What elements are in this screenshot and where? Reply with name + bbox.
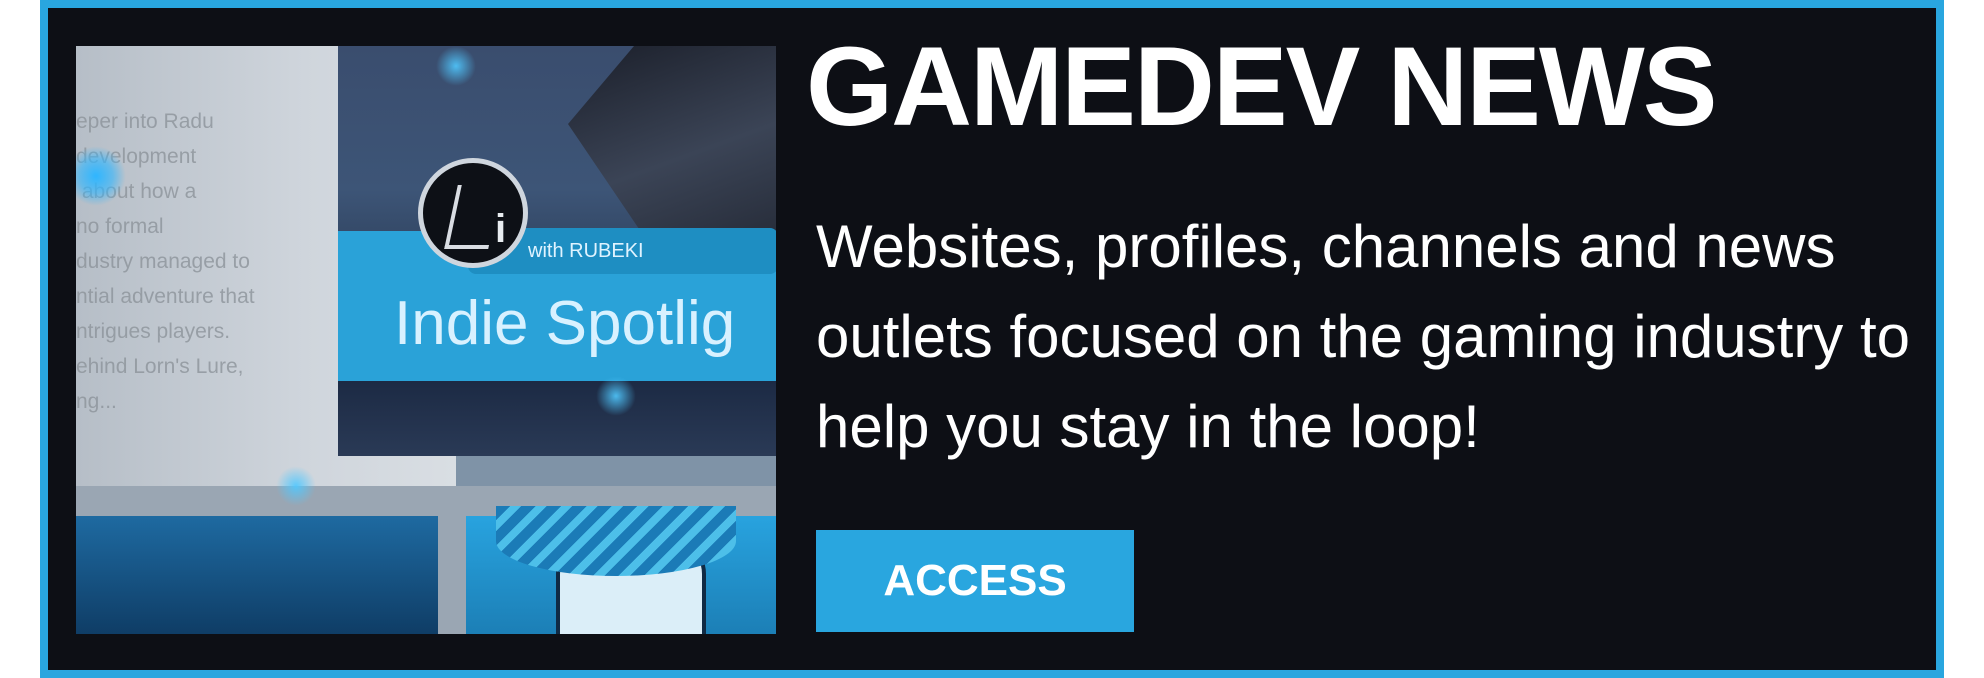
light-glow [436, 46, 476, 86]
channel-logo-icon: i [418, 158, 528, 268]
video-bottom-area [338, 381, 776, 456]
spotlight-title: Indie Spotlig [394, 289, 736, 358]
video-card: with RUBEKI i Indie Spotlig [338, 46, 776, 456]
logo-mark [444, 185, 502, 249]
character-hair [496, 506, 736, 576]
banner-description: Websites, profiles, channels and news ou… [816, 213, 1911, 460]
light-glow [596, 376, 636, 416]
logo-letter: i [495, 207, 507, 251]
banner-title: GAMEDEV NEWS [806, 24, 1717, 149]
access-button[interactable]: ACCESS [816, 530, 1134, 632]
keyboard-tile [76, 516, 438, 634]
thumbnail-image: eper into Radu development about how a n… [76, 46, 776, 634]
character-tile [466, 506, 776, 634]
light-glow [276, 466, 316, 506]
